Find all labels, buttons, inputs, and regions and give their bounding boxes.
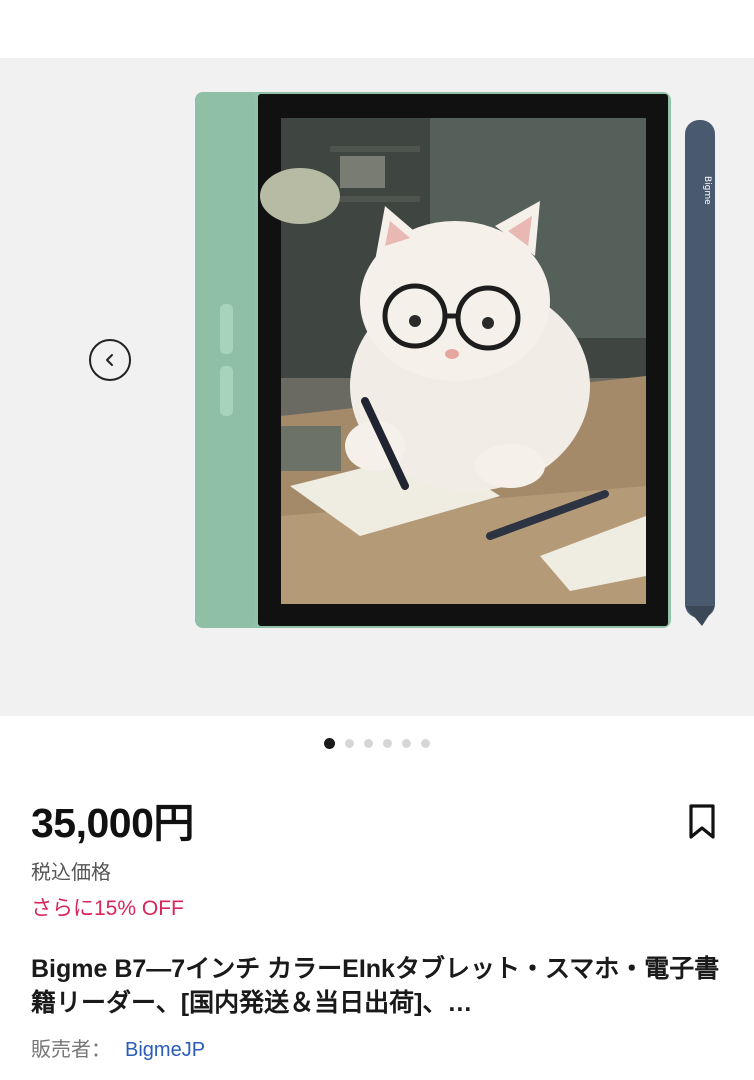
top-bar — [0, 0, 754, 58]
pagination-dot[interactable] — [364, 738, 373, 748]
stylus-pen: Bigme — [685, 120, 715, 626]
discount-badge: さらに15% OFF — [31, 897, 184, 920]
product-title[interactable]: Bigme B7—7インチ カラーEInkタブレット・スマホ・電子書籍リーダー、… — [31, 952, 721, 1020]
bookmark-button[interactable] — [682, 800, 722, 844]
previous-image-button[interactable] — [89, 339, 131, 381]
svg-text:Bigme: Bigme — [702, 176, 712, 205]
product-price: 35,000円 — [31, 800, 194, 846]
chevron-left-icon — [106, 354, 113, 366]
seller-name-link[interactable]: BigmeJP — [125, 1036, 205, 1064]
pagination-dot[interactable] — [402, 738, 411, 748]
seller-row: 販売者： BigmeJP — [31, 1036, 205, 1064]
pagination-dot[interactable] — [421, 738, 430, 748]
pagination-dot[interactable] — [345, 738, 354, 748]
tablet-device — [195, 92, 671, 628]
bookmark-icon — [689, 804, 715, 839]
tax-included-label: 税込価格 — [31, 862, 111, 884]
product-image-gallery[interactable]: Bigme — [0, 58, 754, 716]
gallery-pagination — [0, 735, 754, 751]
product-photo: Bigme — [195, 92, 715, 628]
seller-label: 販売者： — [31, 1039, 111, 1061]
pagination-dot[interactable] — [383, 738, 392, 748]
pagination-dot-active[interactable] — [324, 737, 335, 749]
